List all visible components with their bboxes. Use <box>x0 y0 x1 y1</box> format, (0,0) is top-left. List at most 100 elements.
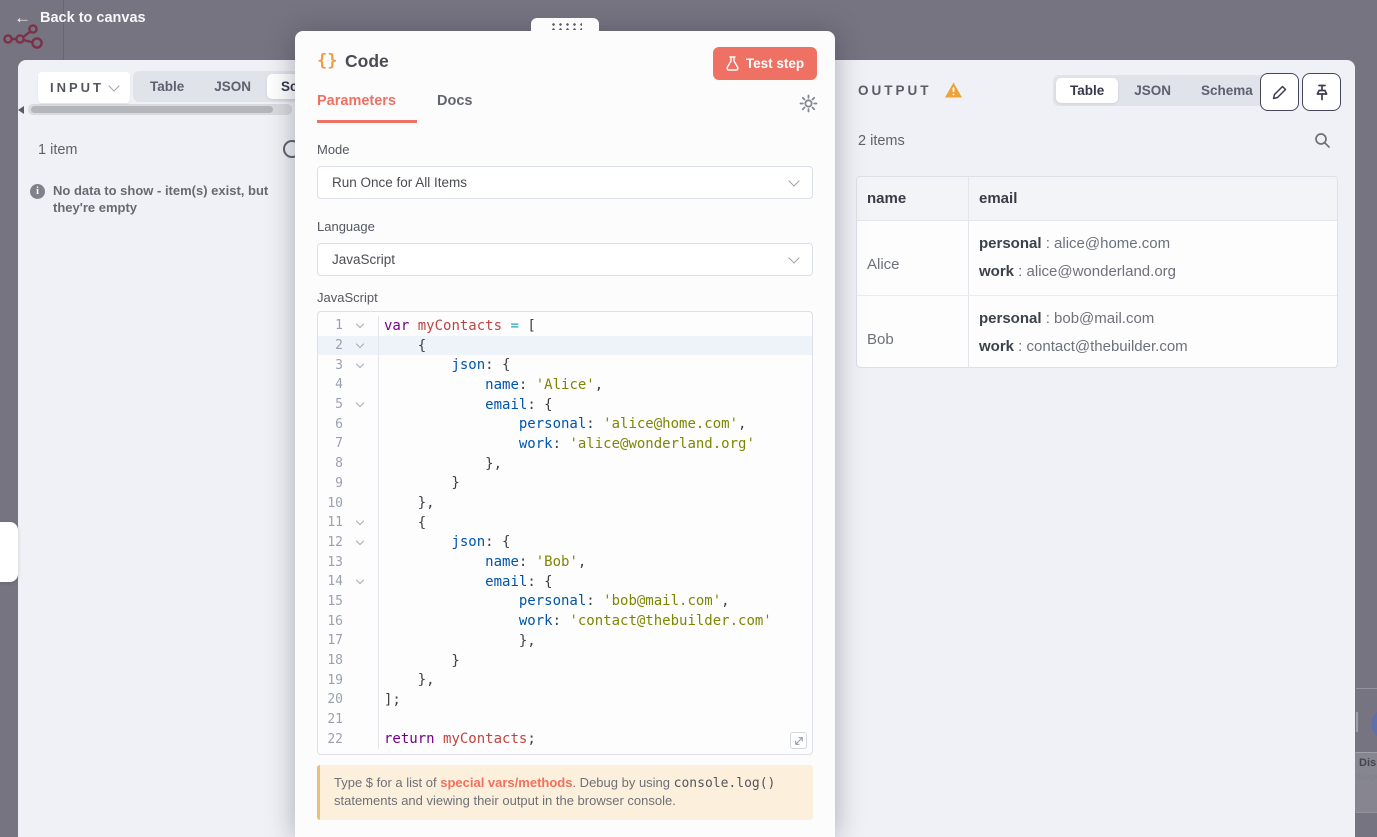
code-line-2[interactable]: 2 { <box>318 335 812 356</box>
output-table: name email Alice personal : alice@home.co… <box>856 176 1338 368</box>
code-line-11[interactable]: 11 { <box>318 512 812 533</box>
horizontal-scrollbar-thumb[interactable] <box>31 106 273 113</box>
line-number: 15 <box>327 593 343 609</box>
fold-chevron-icon[interactable] <box>355 536 365 546</box>
line-gutter: 21 <box>318 709 379 730</box>
fold-chevron-icon[interactable] <box>355 398 365 408</box>
modal-drag-handle[interactable] <box>531 18 599 32</box>
output-tab-schema[interactable]: Schema <box>1187 78 1267 103</box>
ndv-overlay: ← Back to canvas Dis dLega INPUT Table JS… <box>0 0 1377 837</box>
output-tab-table[interactable]: Table <box>1056 78 1119 103</box>
code-line-12[interactable]: 12 json: { <box>318 532 812 553</box>
code-editor[interactable]: 1 var myContacts = [2 {3 json: {4 name: '… <box>317 311 813 755</box>
line-number: 9 <box>335 475 343 491</box>
line-number: 22 <box>327 731 343 747</box>
code-line-5[interactable]: 5 email: { <box>318 394 812 415</box>
line-gutter: 16 <box>318 611 379 631</box>
line-number: 4 <box>335 377 343 393</box>
code-text: }, <box>384 672 435 689</box>
editor-resize-grip[interactable] <box>790 732 807 749</box>
code-text: email: { <box>485 396 553 413</box>
dimmed-node-sublabel: dLega <box>1356 772 1377 781</box>
back-arrow-icon: ← <box>14 8 31 27</box>
column-header-email[interactable]: email <box>979 190 1337 207</box>
fold-chevron-icon[interactable] <box>355 339 365 349</box>
hint-text-mid: . Debug by using <box>572 775 674 790</box>
line-gutter: 9 <box>318 473 379 494</box>
code-text: work: 'alice@wonderland.org' <box>518 435 755 452</box>
hint-text-post: statements and viewing their output in t… <box>334 792 676 808</box>
code-line-4[interactable]: 4 name: 'Alice', <box>318 375 812 395</box>
test-step-button[interactable]: Test step <box>713 47 817 80</box>
code-line-22[interactable]: 22 return myContacts; <box>318 729 812 750</box>
line-number: 10 <box>327 495 343 511</box>
input-items-count: 1 item <box>38 142 78 158</box>
code-line-10[interactable]: 10 }, <box>318 493 812 513</box>
editor-hint-callout: Type $ for a list of special vars/method… <box>317 765 813 820</box>
tab-docs[interactable]: Docs <box>437 93 472 109</box>
line-number: 3 <box>335 357 343 373</box>
console-log-code: console.log() <box>673 776 776 791</box>
table-row[interactable]: Bob personal : bob@mail.com work : contact… <box>857 296 1337 367</box>
code-line-16[interactable]: 16 work: 'contact@thebuilder.com' <box>318 611 812 631</box>
panel-resize-handle[interactable] <box>0 522 18 582</box>
code-line-15[interactable]: 15 personal: 'bob@mail.com', <box>318 591 812 612</box>
node-title[interactable]: Code <box>345 51 389 72</box>
line-gutter: 20 <box>318 690 379 710</box>
code-text: { <box>384 337 427 354</box>
output-tab-json[interactable]: JSON <box>1120 78 1185 103</box>
fold-chevron-icon[interactable] <box>355 576 365 585</box>
pin-icon <box>1316 84 1327 100</box>
code-line-1[interactable]: 1 var myContacts = [ <box>318 316 812 336</box>
input-tab-table[interactable]: Table <box>136 74 198 99</box>
info-icon: i <box>30 184 45 199</box>
input-tab-json[interactable]: JSON <box>200 74 265 99</box>
code-node-modal: {} Code Test step Parameters Docs Mode R… <box>295 18 835 837</box>
input-source-select[interactable]: INPUT <box>38 72 130 103</box>
cell-email-line: personal : alice@home.com <box>979 235 1171 252</box>
code-text: var myContacts = [ <box>384 317 536 334</box>
language-label: Language <box>317 219 375 234</box>
back-to-canvas-button[interactable]: ← Back to canvas <box>14 9 146 26</box>
drag-dots-icon <box>548 20 582 30</box>
line-gutter: 18 <box>318 650 379 671</box>
code-line-3[interactable]: 3 json: { <box>318 355 812 376</box>
table-row[interactable]: Alice personal : alice@home.com work : ali… <box>857 221 1337 296</box>
code-line-19[interactable]: 19 }, <box>318 670 812 691</box>
code-line-20[interactable]: 20]; <box>318 690 812 710</box>
line-number: 6 <box>335 416 343 432</box>
code-line-7[interactable]: 7 work: 'alice@wonderland.org' <box>318 434 812 454</box>
gear-icon[interactable] <box>799 94 818 118</box>
line-gutter: 4 <box>318 375 379 395</box>
fold-chevron-icon[interactable] <box>355 359 365 368</box>
code-line-13[interactable]: 13 name: 'Bob', <box>318 552 812 572</box>
input-empty-message: i No data to show - item(s) exist, but t… <box>30 183 302 216</box>
tab-parameters[interactable]: Parameters <box>317 93 396 109</box>
warning-icon <box>944 81 963 104</box>
code-line-14[interactable]: 14 email: { <box>318 571 812 592</box>
search-icon[interactable] <box>1314 132 1331 154</box>
output-table-header: name email <box>857 177 1337 221</box>
column-header-name[interactable]: name <box>867 190 968 207</box>
code-editor-label: JavaScript <box>317 290 378 305</box>
scroll-left-arrow-icon[interactable] <box>18 106 24 114</box>
code-line-18[interactable]: 18 } <box>318 650 812 671</box>
test-step-label: Test step <box>745 56 805 71</box>
code-line-8[interactable]: 8 }, <box>318 453 812 474</box>
fold-chevron-icon[interactable] <box>355 320 365 329</box>
code-line-9[interactable]: 9 } <box>318 473 812 494</box>
special-vars-link[interactable]: special vars/methods <box>440 775 572 790</box>
code-line-21[interactable]: 21 <box>318 709 812 730</box>
code-line-17[interactable]: 17 }, <box>318 631 812 651</box>
edit-output-button[interactable] <box>1260 73 1299 111</box>
line-gutter: 6 <box>318 414 379 435</box>
code-line-6[interactable]: 6 personal: 'alice@home.com', <box>318 414 812 435</box>
mode-select[interactable]: Run Once for All Items <box>317 166 813 199</box>
language-select[interactable]: JavaScript <box>317 243 813 276</box>
chevron-down-icon <box>788 174 800 187</box>
pin-output-button[interactable] <box>1302 73 1341 111</box>
line-gutter: 13 <box>318 552 379 572</box>
line-number: 2 <box>335 338 343 354</box>
cell-name: Bob <box>867 330 894 348</box>
fold-chevron-icon[interactable] <box>355 516 365 526</box>
